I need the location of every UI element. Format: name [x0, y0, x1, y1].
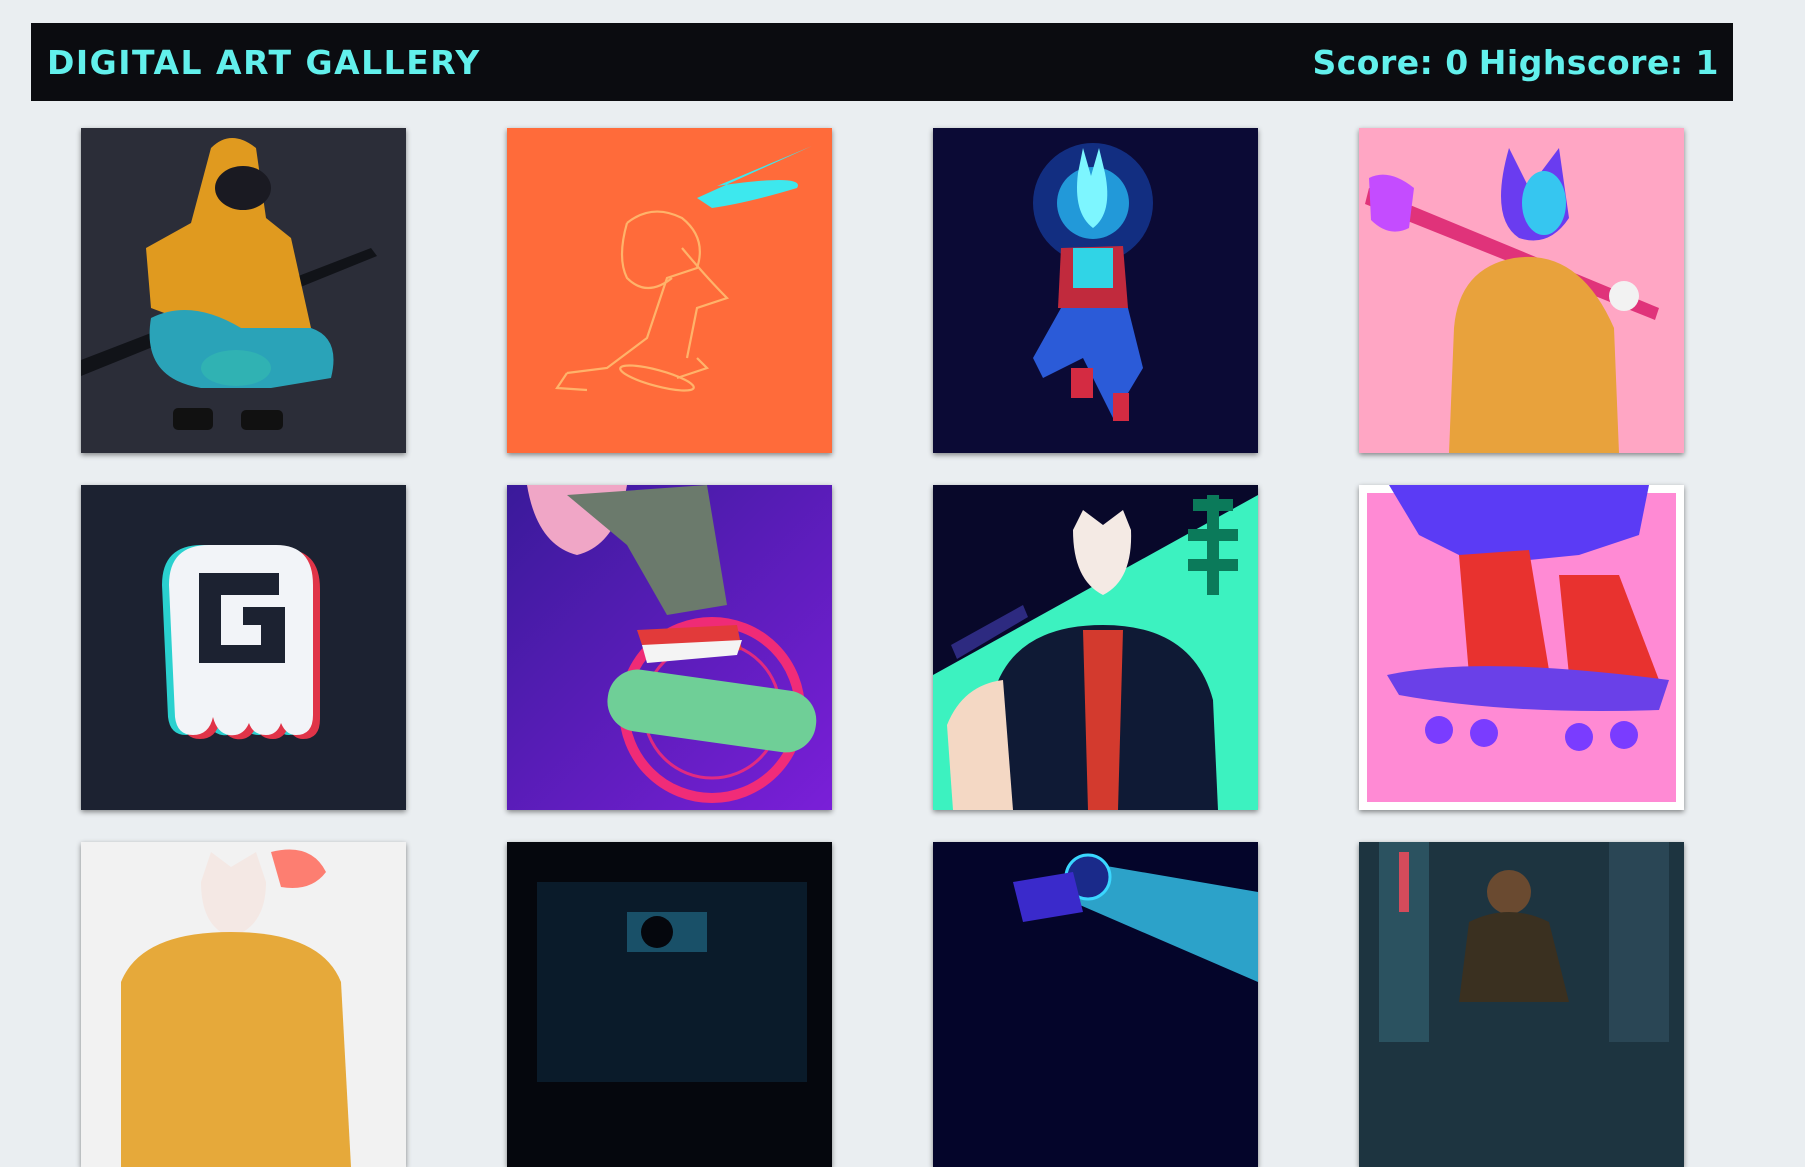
art-card-fox-mask-tokyo[interactable] — [933, 485, 1258, 810]
art-card-dark-alley[interactable] — [507, 842, 832, 1167]
art-card-hooded-samurai[interactable] — [81, 128, 406, 453]
art-image-dark-alley — [507, 842, 832, 1167]
highscore-display: Highscore: 1 — [1478, 42, 1719, 82]
art-card-glitch-ghost-logo[interactable] — [81, 485, 406, 810]
art-card-oni-with-bat[interactable] — [1359, 128, 1684, 453]
art-card-fox-mask-hoodie[interactable] — [81, 842, 406, 1167]
art-image-kickflip-night — [507, 485, 832, 810]
scoreboard: Score: 0 Highscore: 1 — [1312, 43, 1719, 82]
art-image-red-sneakers — [1359, 485, 1684, 810]
score-display: Score: 0 — [1312, 42, 1469, 82]
art-image-skater-sketch — [507, 128, 832, 453]
art-card-rainy-city[interactable] — [1359, 842, 1684, 1167]
art-card-kickflip-night[interactable] — [507, 485, 832, 810]
art-card-neon-fox-mask[interactable] — [933, 128, 1258, 453]
art-image-hooded-samurai — [81, 128, 406, 453]
art-image-fox-mask-hoodie — [81, 842, 406, 1167]
art-image-rainy-city — [1359, 842, 1684, 1167]
gallery-header: DIGITAL ART GALLERY Score: 0 Highscore: … — [31, 23, 1733, 101]
art-image-glitch-ghost-logo — [81, 485, 406, 810]
art-image-oni-with-bat — [1359, 128, 1684, 453]
art-image-fox-mask-tokyo — [933, 485, 1258, 810]
art-card-skater-sketch[interactable] — [507, 128, 832, 453]
art-card-red-sneakers[interactable] — [1359, 485, 1684, 810]
art-image-neon-fox-mask — [933, 128, 1258, 453]
page-title: DIGITAL ART GALLERY — [47, 42, 481, 82]
art-image-neon-rider — [933, 842, 1258, 1167]
art-card-neon-rider[interactable] — [933, 842, 1258, 1167]
